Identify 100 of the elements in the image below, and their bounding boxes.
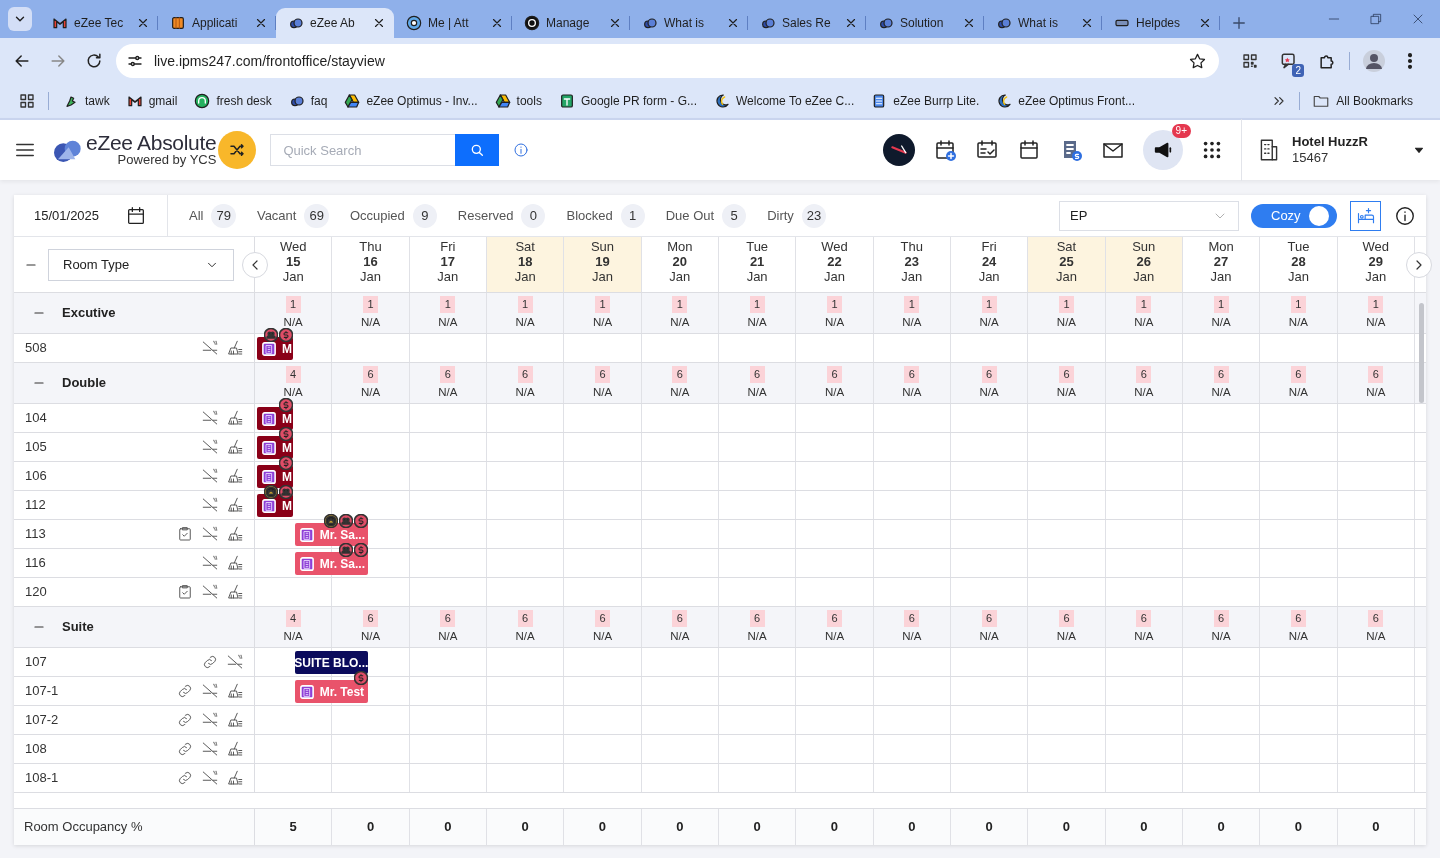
apps-icon[interactable] [1201,139,1223,161]
group-by-select[interactable]: Room Type [48,248,234,281]
booking-bar[interactable]: Mr. Sa... [294,552,368,575]
bookmark-link[interactable]: tawk [63,92,110,110]
rate-plan-select[interactable]: EP [1059,200,1239,231]
status-filter[interactable]: Blocked 1 [566,203,645,228]
status-filter[interactable]: Vacant 69 [256,203,329,228]
status-filter[interactable]: Dirty 23 [767,203,827,228]
bookmark-star-icon[interactable] [1188,51,1207,71]
availability-count: 6 [363,610,378,627]
compass-icon[interactable] [883,134,915,166]
rate-text: N/A [979,628,999,644]
close-icon[interactable] [136,16,150,30]
date-field[interactable]: 15/01/2025 [34,205,100,226]
date-header: Thu 16 Jan [332,237,410,292]
close-icon[interactable] [608,16,622,30]
browser-tab[interactable]: Solution [866,8,984,38]
sheet-icon [558,93,575,109]
rate-text: N/A [1211,314,1231,330]
status-filter[interactable]: Occupied 9 [349,203,437,228]
apps-icon[interactable] [18,92,36,110]
cloud-icon [288,15,304,31]
search-button[interactable] [455,134,500,166]
occupancy-value: 0 [676,818,684,837]
bookmark-link[interactable]: gmail [126,92,178,110]
rate-text: N/A [670,384,690,400]
bookmark-link[interactable]: Google PR form - G... [558,92,697,110]
close-icon[interactable] [372,16,386,30]
booking-bar[interactable]: SUITE BLO... [294,651,368,674]
rate-text: N/A [592,628,613,644]
close-icon[interactable] [254,16,268,30]
close-icon[interactable] [1198,16,1212,30]
close-icon[interactable] [1080,16,1094,30]
close-icon[interactable] [490,16,504,30]
search-field[interactable]: Quick Search [270,134,456,166]
date-header: Sun 19 Jan [564,237,642,292]
availability-count: 6 [1058,366,1074,383]
no-smoking-icon [201,711,219,729]
rate-text: N/A [1056,314,1077,330]
new-tab-icon[interactable] [1230,14,1248,32]
status-filter[interactable]: Due Out 5 [665,203,747,228]
calendar-icon[interactable] [1017,138,1041,162]
cloud-icon [760,15,776,31]
bookmark-link[interactable]: eZee Burrp Lite. [871,92,980,110]
restore-icon[interactable] [1368,11,1384,27]
bookmark-link[interactable]: eZee Optimus Front... [996,92,1136,110]
rate-text: N/A [283,628,303,644]
status-filter[interactable]: All 79 [189,203,236,228]
qr-code-icon[interactable] [1241,52,1259,70]
bookmark-folder[interactable]: All Bookmarks [1312,92,1413,110]
rate-text: N/A [747,384,767,400]
browser-tab[interactable]: Manage [512,8,630,38]
rate-text: N/A [824,384,845,400]
browser-tab[interactable]: Applicati [158,8,276,38]
tab-list-button[interactable] [8,7,32,31]
room-type-name: Double [62,374,107,393]
calendar-icon[interactable] [125,204,147,227]
shuffle-icon [228,141,247,159]
browser-tab[interactable]: eZee Tec [40,8,158,38]
availability-count: 1 [672,296,688,313]
occupancy-value: 0 [985,818,993,837]
bed-icon [1355,205,1376,226]
browser-tab[interactable]: Helpdes [1102,8,1220,38]
booking-bar[interactable]: Mr. Test [294,680,368,703]
broom-icon [226,682,244,700]
browser-tab[interactable]: Me | Att [394,8,512,38]
availability-count: 6 [1368,610,1384,627]
browser-tab[interactable]: What is [984,8,1102,38]
availability-count: 1 [440,296,456,313]
browser-tab[interactable]: Sales Re [748,8,866,38]
availability-count: 6 [981,610,997,627]
bookmark-link[interactable]: Welcome To eZee C... [714,92,855,110]
scrollbar[interactable] [1419,303,1424,403]
view-toggle[interactable]: Cozy [1251,203,1337,228]
availability-count: 6 [517,610,533,627]
headset-icon [194,93,211,109]
close-icon[interactable] [726,16,740,30]
add-room-button[interactable] [1350,200,1381,231]
count-badge: 23 [801,203,827,228]
rate-text: N/A [670,628,690,644]
bookmark-link[interactable]: fresh desk [194,92,272,110]
status-filter[interactable]: Reserved 0 [457,203,546,228]
availability-count: 6 [517,366,533,383]
bookmark-link[interactable]: tools [494,92,542,110]
browser-tab[interactable]: eZee Ab [276,8,394,38]
calendar-add-icon[interactable] [933,138,957,162]
link-icon [176,711,194,729]
close-icon[interactable] [962,16,976,30]
info-icon[interactable] [1394,204,1416,227]
bookmark-link[interactable]: eZee Optimus - Inv... [344,92,478,110]
no-smoking-icon [201,525,219,543]
availability-count: 6 [440,366,456,383]
avatar-icon[interactable] [1362,49,1386,73]
rate-text: N/A [1134,384,1154,400]
close-icon[interactable] [844,16,858,30]
shuffle-button[interactable] [218,131,257,169]
availability-count: 6 [1213,366,1229,383]
browser-tab[interactable]: What is [630,8,748,38]
address-bar[interactable]: live.ipms247.com/frontoffice/stayview [116,44,1219,78]
bookmark-link[interactable]: faq [288,92,328,110]
